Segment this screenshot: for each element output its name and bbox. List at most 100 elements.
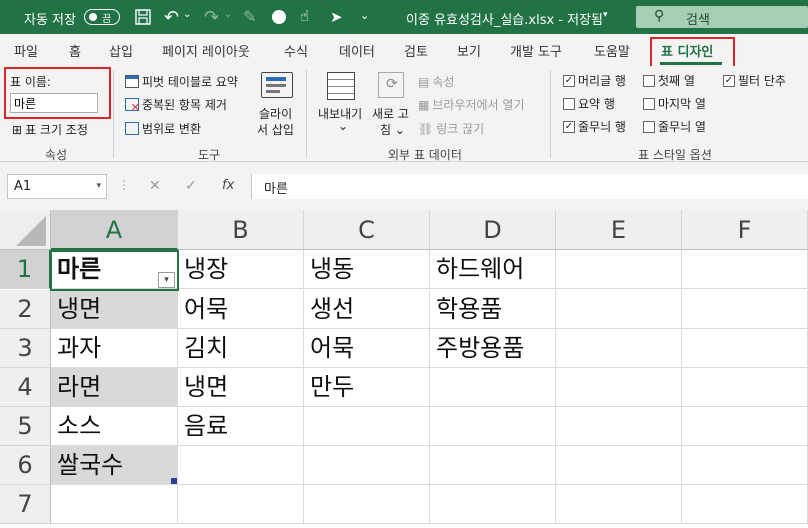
cell-b6[interactable] (178, 446, 304, 485)
header-row-checkbox[interactable]: ✓ (563, 74, 575, 87)
tab-formulas[interactable]: 수식 (284, 41, 308, 60)
pointer-icon[interactable]: ➤ (330, 8, 343, 26)
pen-icon[interactable]: ✎ (243, 7, 256, 26)
cell-f4[interactable] (682, 368, 808, 407)
tab-developer[interactable]: 개발 도구 (510, 41, 562, 60)
file-title[interactable]: 이중 유효성검사_실습.xlsx - 저장됨 (406, 9, 603, 28)
cell-f6[interactable] (682, 446, 808, 485)
formula-input[interactable]: 마른 (251, 174, 808, 199)
option-header-row[interactable]: ✓ 머리글 행 (563, 72, 626, 89)
cell-e2[interactable] (556, 290, 682, 329)
cell-d5[interactable] (430, 407, 556, 446)
option-banded-rows[interactable]: ✓ 줄무늬 행 (563, 118, 626, 135)
enter-icon[interactable]: ✓ (185, 178, 197, 194)
name-box[interactable]: A1 ▾ (7, 174, 107, 199)
banded-columns-checkbox[interactable] (643, 120, 655, 133)
cell-a4[interactable]: 라면 (51, 368, 178, 407)
cell-d2[interactable]: 학용품 (430, 290, 556, 329)
undo-dropdown-icon[interactable]: ⌄ (183, 9, 191, 20)
tab-file[interactable]: 파일 (14, 41, 38, 60)
insert-function-icon[interactable]: fx (222, 178, 234, 193)
cell-c3[interactable]: 어묵 (304, 329, 430, 368)
cell-c5[interactable] (304, 407, 430, 446)
cell-e1[interactable] (556, 250, 682, 289)
option-last-column[interactable]: 마지막 열 (643, 95, 706, 112)
save-icon[interactable] (135, 9, 151, 28)
total-row-checkbox[interactable] (563, 97, 575, 110)
option-banded-columns[interactable]: 줄무늬 열 (643, 118, 706, 135)
cell-d3[interactable]: 주방용품 (430, 329, 556, 368)
option-first-column[interactable]: 첫째 열 (643, 72, 695, 89)
undo-icon[interactable]: ↶ (164, 7, 179, 28)
file-title-dropdown-icon[interactable]: ▾ (603, 10, 608, 20)
record-icon[interactable] (272, 10, 286, 24)
cell-b4[interactable]: 냉면 (178, 368, 304, 407)
cell-d7[interactable] (430, 485, 556, 524)
export-button[interactable]: 내보내기 ⌄ (318, 72, 368, 142)
tab-home[interactable]: 홈 (69, 41, 81, 60)
cell-c6[interactable] (304, 446, 430, 485)
cell-e5[interactable] (556, 407, 682, 446)
cell-d4[interactable] (430, 368, 556, 407)
row-header-4[interactable]: 4 (0, 368, 51, 407)
cell-e6[interactable] (556, 446, 682, 485)
cell-e4[interactable] (556, 368, 682, 407)
first-column-checkbox[interactable] (643, 74, 655, 87)
cell-a6[interactable]: 쌀국수 (51, 446, 178, 485)
summarize-pivot-button[interactable]: 피벗 테이블로 요약 (125, 73, 238, 90)
cell-e7[interactable] (556, 485, 682, 524)
search-box[interactable]: ⚲ 검색 (636, 6, 808, 28)
cell-c1[interactable]: 냉동 (304, 250, 430, 289)
tab-view[interactable]: 보기 (457, 41, 481, 60)
cell-a7[interactable] (51, 485, 178, 524)
open-in-browser-button[interactable]: ▦ 브라우저에서 열기 (418, 96, 524, 113)
select-all-corner[interactable] (0, 210, 51, 250)
cell-b3[interactable]: 김치 (178, 329, 304, 368)
cell-f5[interactable] (682, 407, 808, 446)
option-total-row[interactable]: 요약 행 (563, 95, 615, 112)
insert-slicer-button[interactable]: 슬라이 서 삽입 (256, 72, 298, 142)
row-header-6[interactable]: 6 (0, 446, 51, 485)
autosave-toggle[interactable]: 끔 (84, 9, 120, 25)
cell-a5[interactable]: 소스 (51, 407, 178, 446)
formula-bar-grip-icon[interactable]: ⋮ (118, 178, 130, 192)
cell-a3[interactable]: 과자 (51, 329, 178, 368)
unlink-button[interactable]: ⛓ 링크 끊기 (418, 120, 484, 137)
tab-page-layout[interactable]: 페이지 레이아웃 (162, 41, 250, 60)
resize-table-button[interactable]: ⊞ 표 크기 조정 (12, 121, 88, 138)
cell-f3[interactable] (682, 329, 808, 368)
redo-icon[interactable]: ↷ (204, 7, 219, 28)
cell-f1[interactable] (682, 250, 808, 289)
cell-b7[interactable] (178, 485, 304, 524)
redo-dropdown-icon[interactable]: ⌄ (224, 9, 232, 20)
cell-d6[interactable] (430, 446, 556, 485)
column-header-e[interactable]: E (556, 210, 682, 250)
banded-rows-checkbox[interactable]: ✓ (563, 120, 575, 133)
external-properties-button[interactable]: ▤ 속성 (418, 73, 454, 90)
cell-b1[interactable]: 냉장 (178, 250, 304, 289)
row-header-3[interactable]: 3 (0, 329, 51, 368)
cancel-icon[interactable]: ✕ (149, 178, 161, 194)
cell-c4[interactable]: 만두 (304, 368, 430, 407)
tab-review[interactable]: 검토 (404, 41, 428, 60)
tab-help[interactable]: 도움말 (594, 41, 630, 60)
row-header-1[interactable]: 1 (0, 250, 51, 289)
cell-d1[interactable]: 하드웨어 (430, 250, 556, 289)
column-header-c[interactable]: C (304, 210, 430, 250)
cell-b5[interactable]: 음료 (178, 407, 304, 446)
column-header-a[interactable]: A (51, 210, 178, 250)
row-header-2[interactable]: 2 (0, 290, 51, 329)
cell-a2[interactable]: 냉면 (51, 290, 178, 329)
cell-f2[interactable] (682, 290, 808, 329)
cell-c2[interactable]: 생선 (304, 290, 430, 329)
remove-duplicates-button[interactable]: ✕ 중복된 항목 제거 (125, 96, 227, 114)
cell-b2[interactable]: 어묵 (178, 290, 304, 329)
column-header-d[interactable]: D (430, 210, 556, 250)
option-filter-button[interactable]: ✓ 필터 단추 (723, 72, 786, 89)
cell-c7[interactable] (304, 485, 430, 524)
row-header-5[interactable]: 5 (0, 407, 51, 446)
cell-e3[interactable] (556, 329, 682, 368)
customize-qat-icon[interactable]: ⌄ (360, 9, 369, 22)
filter-button-checkbox[interactable]: ✓ (723, 74, 735, 87)
row-header-7[interactable]: 7 (0, 485, 51, 524)
